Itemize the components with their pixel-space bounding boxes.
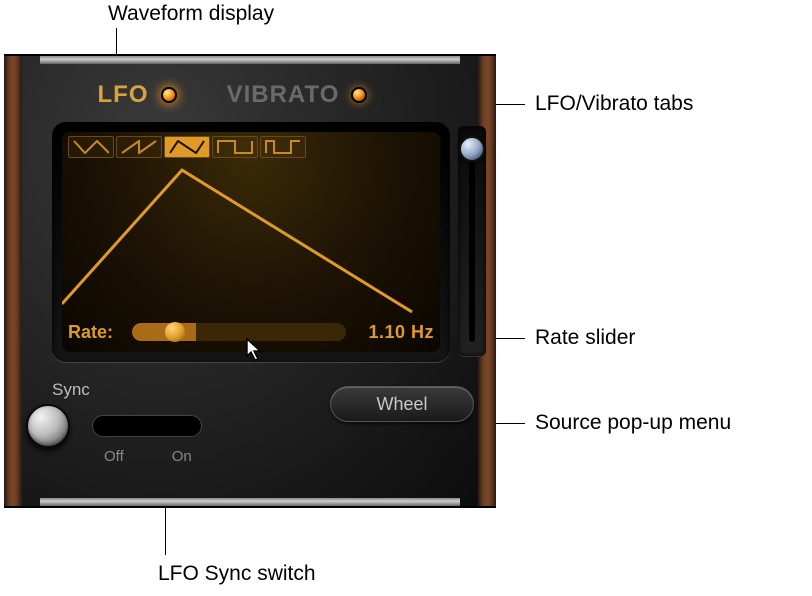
wave-shape-triangle[interactable]	[164, 136, 210, 158]
callout-rate: Rate slider	[535, 326, 635, 350]
square-icon	[217, 140, 253, 154]
tab-lfo[interactable]: LFO	[57, 76, 217, 114]
metal-strip	[40, 56, 460, 64]
sync-on-label: On	[172, 448, 192, 465]
waveform-shape-tabs	[68, 136, 306, 158]
switch-slot	[92, 415, 202, 437]
led-on-icon	[161, 87, 177, 103]
source-popup-value: Wheel	[376, 394, 427, 415]
switch-knob[interactable]	[26, 404, 70, 448]
wave-shape-square[interactable]	[212, 136, 258, 158]
rate-slider[interactable]	[132, 323, 346, 341]
switch-labels: Off On	[104, 448, 232, 465]
metal-strip	[40, 498, 460, 506]
amount-track	[469, 140, 475, 342]
wave-shape-tri-down[interactable]	[68, 136, 114, 158]
sync-label: Sync	[52, 380, 232, 400]
panel-face: LFO VIBRATO	[22, 56, 478, 506]
amount-slider-thumb[interactable]	[459, 136, 485, 162]
wood-trim	[4, 56, 22, 506]
waveform-canvas	[62, 162, 440, 314]
source-popup-menu[interactable]: Wheel	[330, 386, 474, 422]
callout-waveform: Waveform display	[108, 2, 274, 26]
rate-row: Rate: 1.10 Hz	[68, 320, 434, 344]
rate-label: Rate:	[68, 322, 124, 343]
wave-shape-ramp[interactable]	[116, 136, 162, 158]
synth-panel: LFO VIBRATO	[4, 54, 496, 508]
pulse-icon	[265, 140, 301, 154]
rate-slider-thumb[interactable]	[165, 322, 185, 342]
sync-area: Sync Off On	[52, 380, 232, 465]
rate-value: 1.10 Hz	[354, 322, 434, 343]
tab-lfo-label: LFO	[98, 81, 149, 109]
callout-source: Source pop-up menu	[535, 411, 731, 435]
amount-slider[interactable]	[458, 126, 486, 356]
ramp-icon	[121, 140, 157, 154]
tab-vibrato[interactable]: VIBRATO	[217, 76, 377, 114]
sync-off-label: Off	[104, 448, 124, 465]
sync-switch[interactable]	[52, 402, 232, 450]
lcd-frame: Rate: 1.10 Hz	[52, 122, 450, 362]
callout-sync: LFO Sync switch	[158, 562, 316, 586]
led-icon	[351, 87, 367, 103]
lfo-vibrato-tabs: LFO VIBRATO	[57, 76, 377, 114]
wave-shape-pulse[interactable]	[260, 136, 306, 158]
triangle-icon	[169, 140, 205, 154]
callout-tabs: LFO/Vibrato tabs	[535, 92, 693, 116]
tab-vibrato-label: VIBRATO	[227, 81, 340, 109]
tri-down-icon	[73, 140, 109, 154]
waveform-display[interactable]: Rate: 1.10 Hz	[62, 132, 440, 352]
